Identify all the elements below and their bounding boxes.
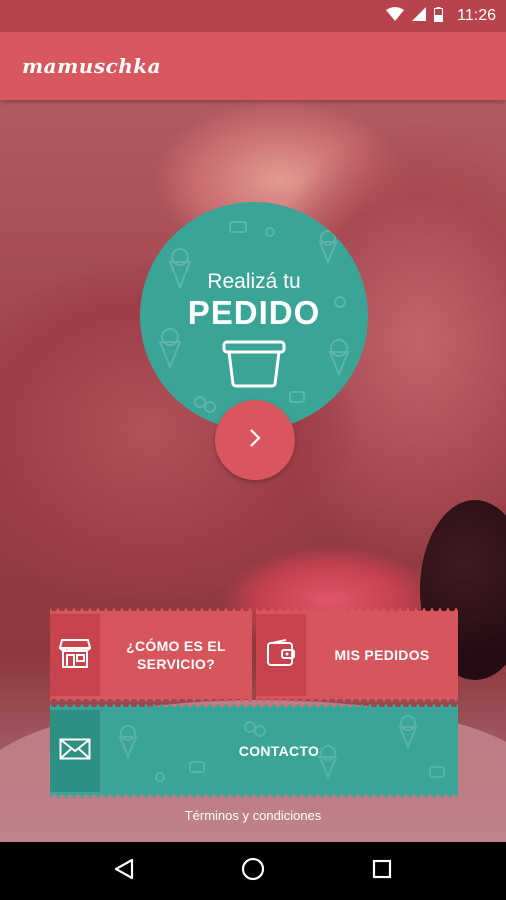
how-it-works-button[interactable]: ¿CÓMO ES EL SERVICIO? <box>50 608 252 702</box>
next-button[interactable] <box>215 400 295 480</box>
chevron-right-icon <box>248 428 262 452</box>
my-orders-button[interactable]: MIS PEDIDOS <box>256 608 458 702</box>
signal-icon <box>412 7 427 25</box>
my-orders-icon-cell <box>256 611 306 699</box>
how-it-works-label: ¿CÓMO ES EL SERVICIO? <box>100 611 252 699</box>
how-it-works-icon-cell <box>50 611 100 699</box>
contact-label: CONTACTO <box>238 743 320 759</box>
contact-button[interactable]: CONTACTO <box>50 704 458 798</box>
status-time: 11:26 <box>457 7 496 24</box>
recents-icon <box>372 859 392 883</box>
battery-icon <box>434 6 444 26</box>
contact-icon-cell <box>50 707 100 795</box>
order-main-label: PEDIDO <box>187 294 321 331</box>
envelope-icon <box>59 738 91 764</box>
how-it-works-line1: ¿CÓMO ES EL <box>126 638 226 654</box>
wallet-icon <box>266 639 296 671</box>
storefront-icon <box>58 638 92 672</box>
back-icon <box>114 858 134 884</box>
terms-link[interactable]: Términos y condiciones <box>0 808 506 823</box>
my-orders-label: MIS PEDIDOS <box>306 611 458 699</box>
home-icon <box>241 857 265 885</box>
contact-label-cell: CONTACTO <box>100 707 458 795</box>
status-bar: 11:26 <box>0 0 506 32</box>
wifi-icon <box>386 7 405 25</box>
recents-button[interactable] <box>362 851 402 891</box>
app-logo: mamuschka <box>22 54 162 78</box>
app-bar: mamuschka <box>0 32 506 100</box>
order-pre-label: Realizá tu <box>207 270 301 293</box>
home-button[interactable] <box>233 851 273 891</box>
how-it-works-line2: SERVICIO? <box>137 656 215 672</box>
order-circle-button[interactable]: Realizá tu PEDIDO <box>140 202 368 430</box>
back-button[interactable] <box>104 851 144 891</box>
navigation-bar <box>0 842 506 900</box>
ice-cream-tub-icon <box>222 340 286 392</box>
